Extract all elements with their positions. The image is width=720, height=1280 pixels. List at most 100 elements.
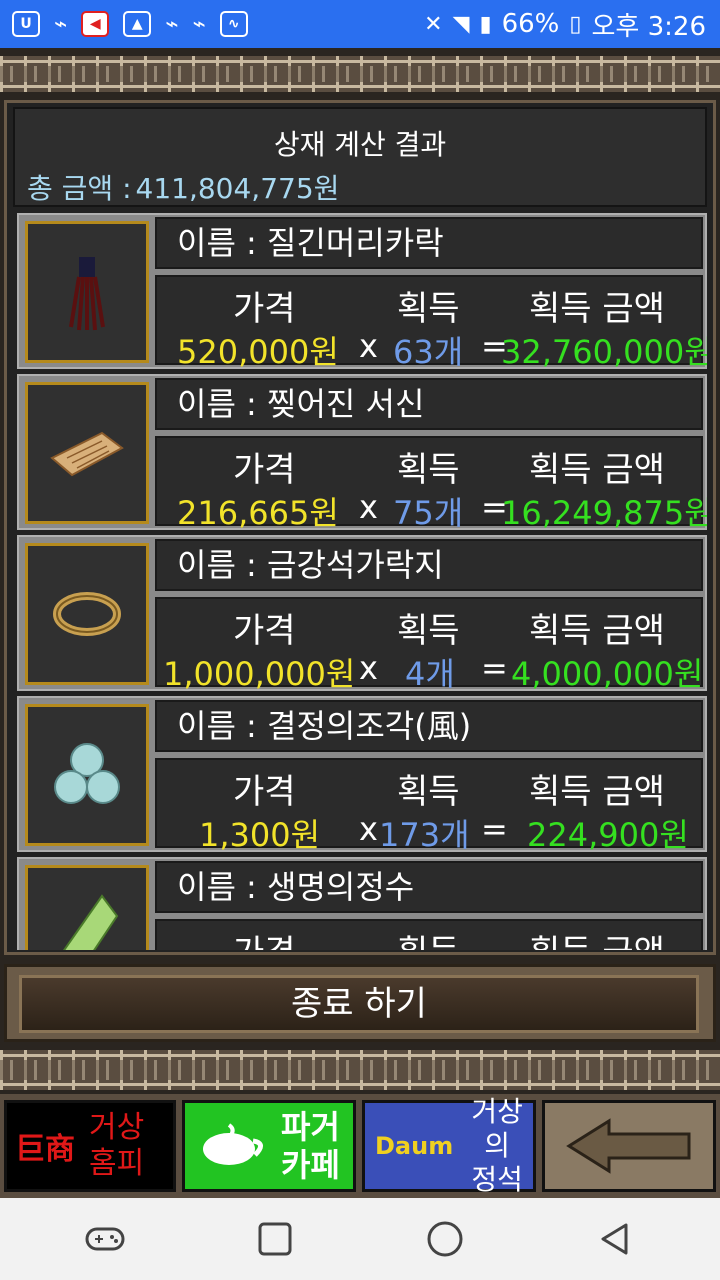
banner-text: 정석	[471, 1163, 523, 1196]
item-amount: 16,249,875원	[501, 494, 707, 532]
times-sign: x	[359, 810, 378, 848]
item-amount: 32,760,000원	[501, 333, 707, 371]
item-icon-box	[25, 543, 149, 685]
total-amount: 총 금액 : 411,804,775원	[27, 167, 339, 207]
times-sign: x	[359, 327, 378, 365]
result-header: 상재 계산 결과 총 금액 : 411,804,775원	[13, 107, 707, 207]
item-name: 이름 : 찢어진 서신	[155, 378, 703, 430]
gamepad-icon[interactable]	[75, 1209, 135, 1269]
signal-icon: ▮	[479, 11, 492, 37]
item-calc: 가격 획득 획득 금액 1,000,000원 x 4개 = 4,000,000원	[155, 597, 703, 693]
item-qty: 63개	[393, 333, 464, 371]
list-item: 이름 : 찢어진 서신 가격 획득 획득 금액 216,665원 x 75개 =…	[17, 374, 707, 532]
banner-bar: 巨商 거상 홈피 파거 카페 Daum 거상의 정석	[0, 1094, 720, 1198]
daum-logo: Daum	[375, 1132, 454, 1160]
times-sign: x	[359, 649, 378, 687]
item-amount: 4,000,000원	[511, 655, 704, 693]
total-label: 총 금액 :	[27, 172, 132, 205]
item-calc: 가격 획득 획득 금액 216,665원 x 75개 = 16,249,875원	[155, 436, 707, 532]
home-button[interactable]	[415, 1209, 475, 1269]
item-calc: 가격 획득 획득 금액	[155, 919, 703, 950]
item-calc: 가격 획득 획득 금액 520,000원 x 63개 = 32,760,000원	[155, 275, 707, 371]
greek-border-bottom	[0, 1050, 720, 1090]
item-icon-box	[25, 382, 149, 524]
mute-icon: ✕	[424, 11, 443, 37]
hair-icon	[69, 257, 105, 331]
item-list[interactable]: 이름 : 질긴머리카락 가격 획득 획득 금액 520,000원 x 63개 =…	[17, 213, 707, 950]
page-title: 상재 계산 결과	[273, 128, 447, 161]
broom-icon: ⌁	[54, 11, 68, 37]
ring-icon	[53, 592, 121, 636]
banner-text: 거상	[89, 1110, 145, 1145]
acquire-header: 획득	[397, 925, 460, 950]
times-sign: x	[359, 488, 378, 526]
battery-percent: 66%	[501, 9, 560, 39]
list-item: 이름 : 결정의조각(風) 가격 획득 획득 금액 1,300원 x 173개 …	[17, 696, 707, 854]
megaphone-icon: ◀	[81, 11, 110, 37]
u-app-icon: U	[12, 11, 40, 37]
battery-icon: ▯	[569, 11, 582, 37]
price-header: 가격	[233, 925, 296, 950]
acquire-amount-header: 획득 금액	[529, 772, 665, 812]
item-icon-box	[25, 865, 149, 950]
item-price: 520,000원	[177, 333, 339, 371]
recent-apps-button[interactable]	[245, 1209, 305, 1269]
acquire-amount-header: 획득 금액	[529, 450, 665, 490]
equals-sign: =	[481, 649, 508, 687]
acquire-amount-header: 획득 금액	[529, 289, 665, 329]
geosang-homepage-banner[interactable]: 巨商 거상 홈피	[4, 1100, 176, 1192]
price-header: 가격	[233, 611, 296, 651]
item-calc: 가격 획득 획득 금액 1,300원 x 173개 = 224,900원	[155, 758, 703, 854]
banner-text: 카페	[281, 1146, 340, 1184]
item-price: 1,300원	[199, 816, 321, 854]
back-button[interactable]	[585, 1209, 645, 1269]
item-name: 이름 : 금강석가락지	[155, 539, 703, 591]
item-icon-box	[25, 704, 149, 846]
paga-cafe-banner[interactable]: 파거 카페	[182, 1100, 356, 1192]
exit-button[interactable]: 종료 하기	[19, 975, 699, 1033]
android-nav-bar	[0, 1198, 720, 1280]
exit-button-frame: 종료 하기	[4, 964, 716, 1042]
acquire-header: 획득	[397, 772, 460, 812]
cafe-cup-icon	[203, 1123, 263, 1165]
crystal-shards-icon	[54, 743, 120, 804]
banner-text: 파거	[281, 1108, 340, 1146]
item-price: 216,665원	[177, 494, 339, 532]
price-header: 가격	[233, 289, 296, 329]
item-price: 1,000,000원	[163, 655, 356, 693]
acquire-header: 획득	[397, 289, 460, 329]
item-qty: 75개	[393, 494, 464, 532]
image-icon: ▲	[123, 11, 152, 37]
geosang-logo: 巨商	[15, 1132, 75, 1167]
item-name: 이름 : 질긴머리카락	[155, 217, 703, 269]
acquire-header: 획득	[397, 611, 460, 651]
item-name: 이름 : 생명의정수	[155, 861, 703, 913]
banner-text: 거상의	[471, 1095, 523, 1162]
clock: 오후 3:26	[591, 11, 707, 42]
pulse-icon: ∿	[219, 11, 248, 37]
price-header: 가격	[233, 772, 296, 812]
item-qty: 173개	[379, 816, 470, 854]
banner-text: 홈피	[89, 1146, 145, 1181]
list-item: 이름 : 생명의정수 가격 획득 획득 금액	[17, 857, 707, 950]
broom-icon: ⌁	[165, 11, 179, 37]
equals-sign: =	[481, 810, 508, 848]
back-arrow-icon	[566, 1118, 691, 1174]
list-item: 이름 : 질긴머리카락 가격 획득 획득 금액 520,000원 x 63개 =…	[17, 213, 707, 371]
total-value: 411,804,775원	[135, 172, 340, 205]
acquire-amount-header: 획득 금액	[529, 925, 665, 950]
daum-guide-banner[interactable]: Daum 거상의 정석	[362, 1095, 536, 1196]
scroll-icon	[50, 431, 124, 477]
broom-icon: ⌁	[192, 11, 206, 37]
result-panel: 상재 계산 결과 총 금액 : 411,804,775원 이름 : 질긴머리카락…	[4, 100, 716, 955]
status-bar: U ⌁ ◀ ▲ ⌁ ⌁ ∿ ✕ ◥ ▮ 66% ▯ 오후 3:26	[0, 0, 720, 48]
item-amount: 224,900원	[527, 816, 689, 854]
acquire-header: 획득	[397, 450, 460, 490]
greek-border-top	[0, 56, 720, 92]
gem-icon	[62, 894, 119, 950]
item-name: 이름 : 결정의조각(風)	[155, 700, 703, 752]
item-icon-box	[25, 221, 149, 363]
back-banner[interactable]	[542, 1100, 716, 1192]
item-qty: 4개	[405, 655, 455, 693]
list-item: 이름 : 금강석가락지 가격 획득 획득 금액 1,000,000원 x 4개 …	[17, 535, 707, 693]
